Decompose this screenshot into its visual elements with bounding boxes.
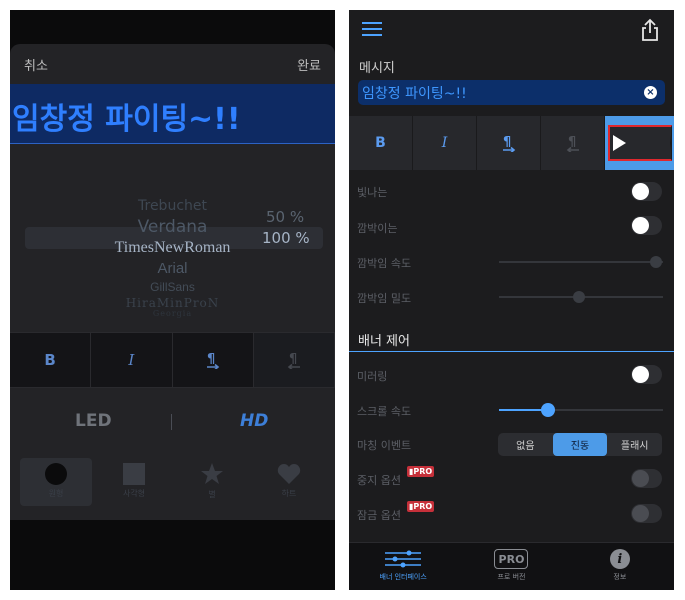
shape-option-heart[interactable]: 하트	[253, 458, 325, 506]
pro-badge: ▮PRO	[407, 501, 435, 512]
banner-control-title: 배너 제어	[358, 334, 410, 349]
bold-button[interactable]: B	[10, 333, 92, 387]
message-input-value: 임창정 파이팅~!!	[362, 86, 467, 102]
paragraph-rtl-icon: ¶	[287, 352, 300, 369]
star-icon	[201, 463, 223, 484]
top-bar	[349, 10, 674, 48]
tab-label: 배너 인터페이스	[379, 573, 427, 581]
banner-settings-screen: 메시지 임창정 파이팅~!! × B I ¶ ¶ 빛나는 깜박이는 깜박임 속도…	[349, 10, 674, 590]
glow-toggle[interactable]	[631, 182, 662, 201]
shape-option-star[interactable]: 별	[176, 458, 248, 506]
scroll-speed-label: 스크롤 속도	[357, 405, 412, 418]
message-input[interactable]: 임창정 파이팅~!! ×	[358, 80, 665, 105]
message-label: 메시지	[359, 61, 395, 76]
svg-text:¶: ¶	[503, 135, 511, 150]
heart-icon	[277, 464, 301, 484]
banner-control-section-header: 배너 제어	[349, 322, 674, 352]
hd-mode-button[interactable]: HD	[240, 411, 268, 431]
done-button[interactable]: 완료	[297, 55, 321, 74]
mirror-toggle[interactable]	[631, 365, 662, 384]
font-picker-screen: 취소 완료 임창정 파이팅~!! Trebuchet Verdana Times…	[10, 10, 335, 590]
size-percent: 50 %	[266, 208, 305, 226]
blink-toggle[interactable]	[631, 216, 662, 235]
italic-button[interactable]: I	[413, 116, 477, 170]
effect-settings: 빛나는 깜박이는 깜박임 속도 깜박임 밀도	[349, 182, 674, 320]
tab-label: 프로 버전	[497, 573, 526, 581]
bold-button[interactable]: B	[349, 116, 413, 170]
svg-text:¶: ¶	[207, 352, 215, 367]
text-preview: 임창정 파이팅~!!	[10, 84, 335, 144]
cancel-button[interactable]: 취소	[24, 55, 48, 74]
sliders-icon	[385, 550, 422, 568]
lock-option-toggle[interactable]	[631, 504, 662, 523]
font-wheel[interactable]: Trebuchet Verdana TimesNewRoman Arial Gi…	[10, 185, 335, 318]
svg-text:¶: ¶	[289, 352, 297, 367]
hamburger-menu-icon[interactable]	[362, 22, 382, 36]
clear-text-icon[interactable]: ×	[644, 86, 657, 99]
format-toolbar: B I ¶ ¶	[349, 116, 674, 170]
lock-option-label: 잠금 옵션	[357, 509, 401, 522]
finish-event-vibrate[interactable]: 진동	[552, 433, 608, 456]
shape-option-square[interactable]: 사각형	[98, 458, 170, 506]
pro-icon: PRO	[494, 549, 529, 569]
scroll-speed-knob[interactable]	[541, 403, 555, 417]
pro-badge: ▮PRO	[407, 466, 435, 477]
tab-info[interactable]: i 정보	[566, 543, 674, 590]
tab-bar: 배너 인터페이스 PRO 프로 버전 i 정보	[349, 542, 674, 590]
shape-option-circle[interactable]: 원형	[20, 458, 92, 506]
led-mode-button[interactable]: LED	[75, 411, 112, 431]
info-icon: i	[609, 549, 630, 569]
text-direction-ltr-button[interactable]: ¶	[173, 333, 254, 387]
text-direction-ltr-button[interactable]: ¶	[477, 116, 541, 170]
circle-icon	[45, 463, 67, 485]
paragraph-ltr-icon: ¶	[206, 352, 219, 369]
finish-event-none[interactable]: 없음	[498, 433, 553, 456]
mirror-label: 미러링	[357, 370, 388, 383]
text-direction-rtl-button[interactable]: ¶	[253, 333, 335, 387]
size-percent-selected: 100 %	[262, 229, 310, 247]
finish-event-flash[interactable]: 플래시	[607, 433, 662, 456]
blink-density-slider-knob[interactable]	[573, 291, 585, 303]
screen-bottom	[10, 520, 335, 590]
square-icon	[123, 463, 145, 485]
share-icon[interactable]	[640, 18, 660, 42]
blink-speed-label: 깜박임 속도	[357, 257, 412, 270]
glow-label: 빛나는	[357, 186, 388, 199]
stop-option-label: 중지 옵션	[357, 474, 401, 487]
font-option[interactable]: Georgia	[10, 309, 335, 318]
shape-selector: 원형 사각형 별 하트	[10, 454, 335, 514]
font-option[interactable]: GillSans	[10, 280, 335, 294]
font-option[interactable]: Arial	[10, 260, 335, 277]
stop-option-toggle[interactable]	[631, 469, 662, 488]
finish-event-segmented-control: 없음 진동 플래시	[498, 433, 662, 456]
tab-label: 정보	[613, 573, 627, 581]
tab-banner-interface[interactable]: 배너 인터페이스	[349, 543, 457, 590]
italic-button[interactable]: I	[91, 333, 173, 387]
mode-divider	[171, 414, 172, 430]
blink-speed-slider-knob[interactable]	[650, 256, 662, 268]
finish-event-label: 마칭 이벤트	[357, 439, 412, 452]
blink-label: 깜박이는	[357, 222, 398, 235]
tab-pro-version[interactable]: PRO 프로 버전	[457, 543, 565, 590]
paragraph-rtl-icon: ¶	[566, 135, 579, 152]
blink-density-label: 깜박임 밀도	[357, 292, 412, 305]
format-toolbar: B I ¶ ¶	[10, 332, 335, 388]
play-icon	[612, 135, 671, 151]
play-button[interactable]	[605, 116, 674, 170]
blink-speed-slider[interactable]	[499, 261, 663, 263]
svg-text:¶: ¶	[568, 135, 576, 150]
paragraph-ltr-icon: ¶	[502, 135, 515, 152]
preview-text: 임창정 파이팅~!!	[12, 102, 241, 137]
font-option[interactable]: HiraMinProN	[10, 296, 335, 310]
play-highlight	[607, 125, 672, 161]
text-direction-rtl-button[interactable]: ¶	[541, 116, 605, 170]
